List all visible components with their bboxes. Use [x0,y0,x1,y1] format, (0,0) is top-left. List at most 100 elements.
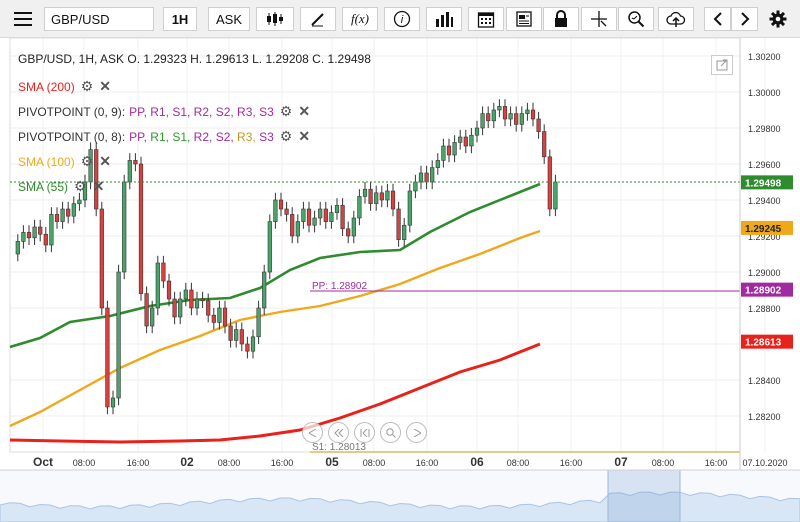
candle-body [122,181,127,273]
legend-pivot-level: R1, [150,104,173,119]
candle-body [530,109,536,120]
time-tick-label: 16:00 [416,458,439,468]
candle-body [514,113,519,125]
candle-body [290,214,295,237]
candle-body [77,199,82,204]
legend-indicator-name: SMA (200) [18,79,75,94]
candle-body [340,205,345,230]
gear-icon[interactable]: ⚙ [74,178,87,195]
pan-left-button[interactable] [302,422,323,443]
candle-body [368,188,373,204]
price-tick-label: 1.28400 [748,376,781,386]
candle-body [508,113,513,120]
candle-body [194,298,200,309]
candle-body [334,205,340,213]
pivot-pp-label: PP: 1.28902 [312,281,367,292]
fit-icon [360,428,369,437]
close-icon[interactable]: ✕ [298,103,310,120]
legend-row[interactable]: SMA (200) ⚙ ✕ [18,78,111,95]
price-chart[interactable]: PP: 1.28902 S1: 1.28013 1.302001.300001.… [0,0,800,522]
legend-pivot-level: S1, [172,104,194,119]
legend-indicator-name: PIVOTPOINT (0, 9) [18,104,122,119]
candle-body [26,232,32,239]
candle-body [418,172,424,183]
legend-pivot-level: S1, [172,129,194,144]
candle-body [262,271,267,309]
candle-body [312,217,317,226]
legend-row[interactable]: PIVOTPOINT (0, 9): PP, R1, S1, R2, S2, R3… [18,103,310,120]
candle-body [362,188,368,197]
time-tick-label: 16:00 [705,458,728,468]
legend-row[interactable]: SMA (100) ⚙ ✕ [18,153,111,170]
time-axis: Oct 08:00 16:00 02 08:00 16:00 05 08:00 16:00 06 0… [33,455,788,469]
sma100-price-value: 1.29245 [745,224,782,235]
candle-body [38,226,43,235]
gear-icon[interactable]: ⚙ [280,103,293,120]
pan-right-button[interactable] [406,422,427,443]
time-tick-label: 16:00 [127,458,150,468]
price-tick-label: 1.29400 [748,196,781,206]
price-axis: 1.30200 1.30000 1.29800 1.29600 1.29400 1.292… [739,38,793,470]
candle-body [357,196,362,219]
candle-body [43,233,48,246]
candle-body [150,307,155,327]
legend-pivot-level: S2, [215,104,238,119]
close-icon[interactable]: ✕ [298,128,310,145]
legend-pivot-level: R3, [237,104,260,119]
candle-body [211,314,216,323]
candle-body [116,271,121,399]
candle-body [21,232,26,242]
sma200-line [9,342,541,444]
candle-body [189,289,194,309]
candle-body [15,241,20,255]
time-tick-label: 07 [614,455,628,469]
candle-body [301,208,306,222]
time-tick-label: 07.10.2020 [742,458,787,468]
legend-separator: : [121,104,126,119]
time-tick-label: 02 [180,455,194,469]
candle-body [161,262,166,282]
triangle-right-icon [413,428,421,437]
candle-body [385,190,390,201]
candle-body [474,127,480,136]
candle-body [497,106,502,111]
candle-body [206,300,211,316]
legend-row[interactable]: SMA (55) ⚙ ✕ [18,178,104,195]
candle-body [178,298,183,318]
candle-body [396,208,401,240]
candle-body [110,397,116,408]
reset-left-button[interactable] [328,422,349,443]
gear-icon[interactable]: ⚙ [81,78,94,95]
time-tick-label: 05 [325,455,339,469]
candle-body [407,190,412,226]
candle-body [200,298,205,302]
pivot-price-value: 1.28902 [745,286,782,297]
expand-icon [716,59,728,71]
candle-body [172,298,177,318]
candle-body [166,280,172,300]
candle-body [374,192,379,204]
navigator-selection[interactable] [607,469,681,522]
legend-indicator-name: SMA (55) [18,179,69,194]
rewind-icon [333,428,343,437]
candle-body [441,145,446,161]
candle-body [278,199,284,210]
gear-icon[interactable]: ⚙ [280,128,293,145]
candle-body [239,329,244,345]
pivot-s1-label: S1: 1.28013 [312,442,366,453]
candle-body [346,228,351,237]
candle-body [183,289,188,300]
legend-row[interactable]: PIVOTPOINT (0, 8): PP, R1, S1, R2, S2, R3… [18,128,310,145]
candle-body [222,307,228,327]
gear-icon[interactable]: ⚙ [81,153,94,170]
legend-pivot-level: S3 [259,104,274,119]
expand-button[interactable] [711,55,733,75]
close-icon[interactable]: ✕ [99,78,111,95]
zoom-in-button[interactable] [380,422,401,443]
close-icon[interactable]: ✕ [99,153,111,170]
reset-button[interactable] [354,422,375,443]
candle-body [547,156,552,210]
close-icon[interactable]: ✕ [93,178,105,195]
time-tick-label: 08:00 [218,458,241,468]
candle-body [267,221,272,273]
